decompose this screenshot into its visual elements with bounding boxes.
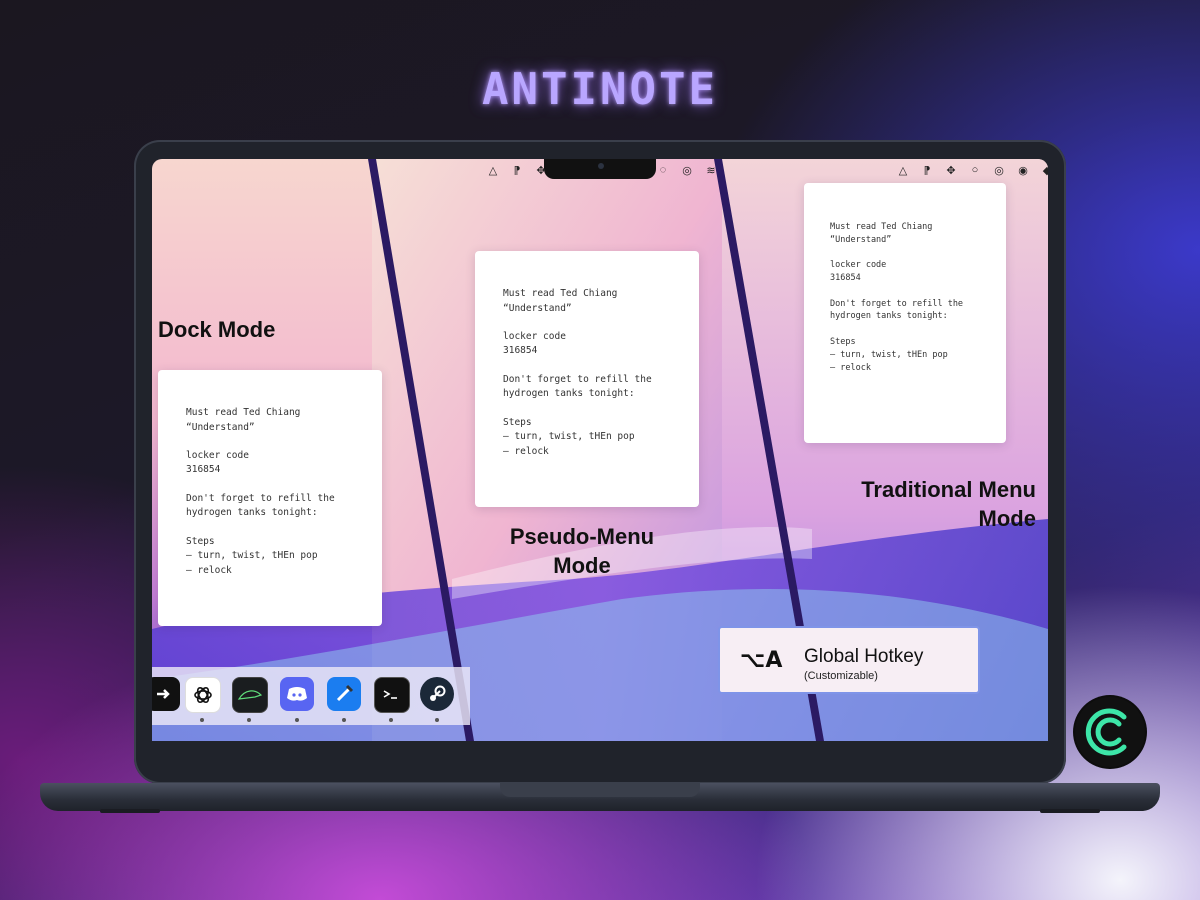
chatgpt-app-icon[interactable]: [185, 677, 221, 713]
note-line: [830, 285, 1006, 298]
note-line: 316854: [186, 464, 221, 476]
note-line: “Understand”: [830, 234, 892, 245]
note-line: Don't forget to refill the: [830, 298, 964, 309]
note-line: “Understand”: [503, 302, 572, 314]
note-line: hydrogen tanks tonight:: [186, 507, 318, 519]
camera: [598, 163, 604, 169]
note-line: [186, 478, 382, 492]
xcode-app-icon[interactable]: [327, 677, 361, 711]
note-card-dock[interactable]: Must read Ted Chiang “Understand” locker …: [158, 370, 382, 626]
dropbox-icon[interactable]: ✥: [534, 164, 548, 177]
note-line: hydrogen tanks tonight:: [830, 311, 948, 322]
hotkey-subtitle: (Customizable): [804, 670, 878, 682]
note-line: Steps: [830, 336, 856, 347]
wifi-icon[interactable]: ≋: [704, 164, 718, 177]
global-hotkey-card[interactable]: ⌥A Global Hotkey (Customizable): [718, 626, 980, 694]
note-line: [830, 323, 1006, 336]
note-line: Steps: [503, 416, 532, 428]
note-line: [503, 316, 699, 330]
note-card-pseudo-menu[interactable]: Must read Ted Chiang “Understand” locker …: [475, 251, 699, 507]
note-line: – relock: [830, 362, 871, 373]
camera-notch: [544, 159, 656, 179]
note-text: Must read Ted Chiang “Understand” locker …: [830, 221, 1006, 375]
option-a-hotkey-symbol: ⌥A: [740, 648, 783, 673]
traditional-label-line1: Traditional Menu: [861, 477, 1036, 502]
dock-running-indicator: [389, 718, 393, 722]
note-line: – turn, twist, tHEn pop: [186, 550, 318, 562]
pseudo-menu-label-line2: Mode: [553, 553, 611, 578]
terminal-app-icon[interactable]: [374, 677, 410, 713]
antinote-app-icon[interactable]: [152, 677, 180, 711]
pseudo-menu-mode-label: Pseudo-Menu Mode: [482, 522, 682, 580]
pseudo-menu-label-line1: Pseudo-Menu: [509, 524, 655, 549]
note-text: Must read Ted Chiang “Understand” locker …: [503, 287, 699, 459]
target-icon[interactable]: ◎: [680, 164, 694, 177]
triangle-icon[interactable]: △: [486, 164, 500, 177]
note-line: “Understand”: [186, 421, 255, 433]
note-line: locker code: [830, 260, 887, 271]
note-line: 316854: [830, 272, 861, 283]
dock-running-indicator: [435, 718, 439, 722]
note-line: Steps: [186, 535, 215, 547]
laptop-foot: [1040, 809, 1100, 813]
note-icon[interactable]: ⁋: [510, 164, 524, 177]
dock-mode-label: Dock Mode: [158, 317, 276, 342]
note-line: Don't forget to refill the: [186, 493, 335, 505]
discord-app-icon[interactable]: [280, 677, 314, 711]
note-card-traditional-menu[interactable]: Must read Ted Chiang “Understand” locker …: [804, 183, 1006, 443]
note-line: [830, 246, 1006, 259]
sparkle-icon[interactable]: ◆: [1040, 164, 1048, 177]
note-line: hydrogen tanks tonight:: [503, 388, 635, 400]
dropbox-icon[interactable]: ✥: [944, 164, 958, 177]
note-line: [503, 402, 699, 416]
note-line: [186, 521, 382, 535]
note-line: – relock: [503, 445, 549, 457]
traditional-menu-mode-label: Traditional Menu Mode: [812, 475, 1036, 533]
circle-icon[interactable]: ○: [968, 164, 982, 177]
hotkey-title: Global Hotkey: [804, 646, 924, 667]
note-line: Don't forget to refill the: [503, 374, 652, 386]
note-line: 316854: [503, 345, 538, 357]
note-line: Must read Ted Chiang: [503, 288, 618, 300]
c-logo-icon: [1075, 697, 1145, 767]
note-line: Must read Ted Chiang: [186, 407, 301, 419]
circle-icon[interactable]: ◌: [656, 164, 670, 177]
dock-running-indicator: [247, 718, 251, 722]
dock: [152, 667, 470, 725]
triangle-icon[interactable]: △: [896, 164, 910, 177]
toggle-icon[interactable]: ◉: [1016, 164, 1030, 177]
target-icon[interactable]: ◎: [992, 164, 1006, 177]
traditional-label-line2: Mode: [978, 506, 1036, 531]
menubar-icons-right: ◌ ◎ ≋: [656, 164, 718, 177]
laptop-screen: △ ⁋ ✥ ◌ ◎ ≋ △ ⁋ ✥ ○ ◎ ◉ ◆ Dock Mode Must…: [152, 159, 1048, 741]
note-line: locker code: [503, 331, 566, 343]
note-line: – relock: [186, 564, 232, 576]
laptop-hinge-notch: [500, 783, 700, 797]
dock-running-indicator: [342, 718, 346, 722]
terminal-green-app-icon[interactable]: [232, 677, 268, 713]
steam-app-icon[interactable]: [420, 677, 454, 711]
note-line: [503, 359, 699, 373]
app-title: ANTINOTE: [482, 64, 718, 115]
laptop-foot: [100, 809, 160, 813]
note-line: locker code: [186, 450, 249, 462]
note-text: Must read Ted Chiang “Understand” locker …: [186, 406, 382, 578]
menubar-icons: △ ⁋ ✥: [486, 164, 548, 177]
note-line: – turn, twist, tHEn pop: [830, 349, 948, 360]
note-icon[interactable]: ⁋: [920, 164, 934, 177]
menubar-icons-traditional: △ ⁋ ✥ ○ ◎ ◉ ◆: [896, 164, 1048, 177]
note-line: [186, 435, 382, 449]
note-line: Must read Ted Chiang: [830, 221, 933, 232]
dock-running-indicator: [295, 718, 299, 722]
dock-running-indicator: [200, 718, 204, 722]
note-line: – turn, twist, tHEn pop: [503, 431, 635, 443]
